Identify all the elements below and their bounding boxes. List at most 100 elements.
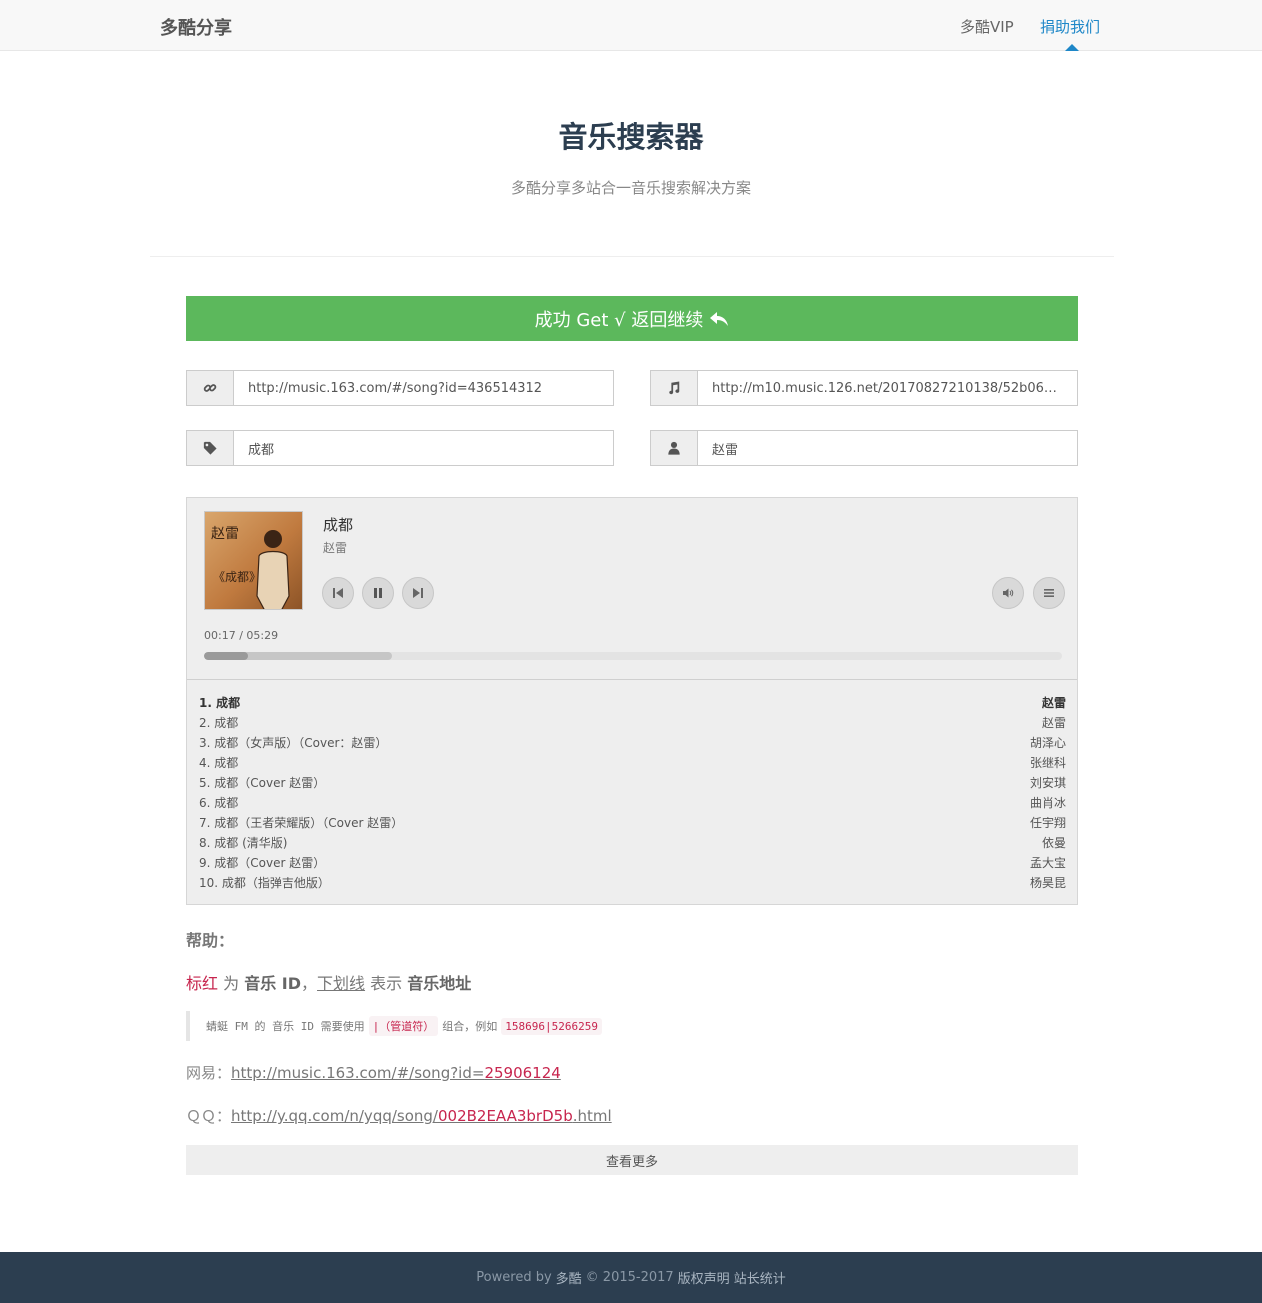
reply-icon bbox=[710, 311, 729, 326]
volume-button[interactable] bbox=[992, 577, 1024, 609]
song-name-group bbox=[186, 430, 614, 466]
tip-mid: 组合，例如 bbox=[442, 1020, 498, 1033]
playlist-item-artist: 赵雷 bbox=[1041, 695, 1066, 710]
song-author-group bbox=[650, 430, 1078, 466]
nav-link-donate[interactable]: 捐助我们 bbox=[1040, 16, 1100, 37]
example-netease: 网易：http://music.163.com/#/song?id=259061… bbox=[186, 1062, 561, 1083]
legend-text-means: 表示 bbox=[365, 974, 408, 993]
playlist-item-artist: 孟大宝 bbox=[1029, 855, 1066, 870]
tip-pipe-code: |（管道符） bbox=[368, 1016, 439, 1036]
navbar: 多酷分享 多酷VIP 捐助我们 bbox=[0, 0, 1262, 51]
footer-license-link[interactable]: 版权声明 bbox=[678, 1268, 730, 1287]
playlist-item[interactable]: 9. 成都（Cover 赵雷） 孟大宝 bbox=[199, 852, 1066, 872]
album-cover: 赵雷 《成都》 bbox=[204, 511, 303, 610]
cover-artist-text: 赵雷 bbox=[211, 526, 239, 542]
playlist-item-title: 9. 成都（Cover 赵雷） bbox=[199, 855, 326, 870]
playlist-item-artist: 张继科 bbox=[1029, 755, 1066, 770]
link-icon bbox=[187, 371, 234, 405]
playlist-item[interactable]: 4. 成都 张继科 bbox=[199, 752, 1066, 772]
playlist-item[interactable]: 6. 成都 曲肖冰 bbox=[199, 792, 1066, 812]
tip-example-code: 158696|5266259 bbox=[501, 1017, 602, 1035]
time-display: 00:17 / 05:29 bbox=[204, 629, 279, 642]
pause-icon bbox=[374, 588, 382, 598]
footer-stats-link[interactable]: 站长统计 bbox=[734, 1268, 786, 1287]
next-button[interactable] bbox=[402, 577, 434, 609]
playlist-item-artist: 杨昊昆 bbox=[1029, 875, 1066, 890]
playlist-item-artist: 任宇翔 bbox=[1029, 815, 1066, 830]
page-subtitle: 多酷分享多站合一音乐搜索解决方案 bbox=[510, 179, 751, 197]
example-qq-link[interactable]: http://y.qq.com/n/yqq/song/002B2EAA3brD5… bbox=[231, 1107, 612, 1125]
cover-figure bbox=[256, 530, 290, 609]
song-author-input[interactable] bbox=[698, 431, 1077, 465]
tip-text: 蜻蜓 FM 的 音乐 ID 需要使用 bbox=[206, 1020, 365, 1033]
playlist-item[interactable]: 5. 成都（Cover 赵雷） 刘安琪 bbox=[199, 772, 1066, 792]
page-title: 音乐搜索器 bbox=[558, 120, 704, 154]
example-netease-link[interactable]: http://music.163.com/#/song?id=25906124 bbox=[231, 1064, 561, 1082]
playlist-item[interactable]: 3. 成都（女声版）（Cover：赵雷） 胡泽心 bbox=[199, 732, 1066, 752]
player-song-title: 成都 bbox=[323, 516, 354, 534]
legend-text-is: 为 bbox=[218, 974, 245, 993]
footer-powered: Powered by bbox=[476, 1270, 552, 1285]
success-button-label: 成功 Get √ 返回继续 bbox=[534, 309, 704, 331]
legend-comma: ， bbox=[301, 974, 318, 993]
song-name-input[interactable] bbox=[234, 431, 613, 465]
help-title: 帮助： bbox=[186, 931, 235, 950]
skip-forward-icon bbox=[413, 588, 423, 598]
example-qq-url-id: 002B2EAA3brD5b bbox=[437, 1107, 573, 1125]
player-song-artist: 赵雷 bbox=[323, 541, 348, 555]
footer-brand-link[interactable]: 多酷 bbox=[556, 1268, 582, 1287]
example-qq-url-prefix: http://y.qq.com/n/yqq/song/ bbox=[231, 1107, 438, 1125]
help-legend: 标红 为 音乐 ID，下划线 表示 音乐地址 bbox=[186, 970, 471, 994]
header-divider bbox=[150, 256, 1114, 257]
playlist-item[interactable]: 7. 成都（王者荣耀版）（Cover 赵雷） 任宇翔 bbox=[199, 812, 1066, 832]
footer: Powered by 多酷 © 2015-2017 版权声明 站长统计 bbox=[0, 1252, 1262, 1303]
music-url-group bbox=[650, 370, 1078, 406]
playlist-item[interactable]: 2. 成都 赵雷 bbox=[199, 712, 1066, 732]
music-player: 赵雷 《成都》 成都 赵雷 00:17 / 05:29 1. 成都 赵雷 2. 成都… bbox=[186, 497, 1078, 905]
view-more-button[interactable]: 查看更多 bbox=[186, 1145, 1078, 1175]
legend-music-url: 音乐地址 bbox=[407, 974, 472, 993]
example-qq-url-suffix: .html bbox=[572, 1107, 612, 1125]
active-nav-indicator bbox=[1065, 44, 1079, 51]
playlist-item-title: 3. 成都（女声版）（Cover：赵雷） bbox=[199, 735, 388, 750]
example-netease-url-id: 25906124 bbox=[484, 1064, 561, 1082]
progress-played bbox=[204, 652, 249, 660]
playlist-item[interactable]: 1. 成都 赵雷 bbox=[199, 692, 1066, 712]
tag-icon bbox=[187, 431, 234, 465]
playlist: 1. 成都 赵雷 2. 成都 赵雷 3. 成都（女声版）（Cover：赵雷） 胡泽心 4. … bbox=[199, 692, 1066, 892]
music-icon bbox=[651, 371, 698, 405]
volume-icon bbox=[1003, 588, 1014, 598]
example-qq: ＱＱ：http://y.qq.com/n/yqq/song/002B2EAA3b… bbox=[186, 1105, 612, 1126]
legend-music-id: 音乐 ID bbox=[244, 974, 302, 993]
legend-red-word: 标红 bbox=[186, 974, 219, 993]
playlist-item-title: 4. 成都 bbox=[199, 755, 239, 770]
playlist-item[interactable]: 8. 成都 (清华版) 依曼 bbox=[199, 832, 1066, 852]
playlist-item[interactable]: 10. 成都（指弹吉他版） 杨昊昆 bbox=[199, 872, 1066, 892]
playlist-item-artist: 赵雷 bbox=[1041, 715, 1066, 730]
qingting-fm-tip: 蜻蜓 FM 的 音乐 ID 需要使用 |（管道符） 组合，例如 158696|5… bbox=[186, 1011, 1078, 1041]
playlist-item-artist: 依曼 bbox=[1041, 835, 1066, 850]
example-netease-url-prefix: http://music.163.com/#/song?id= bbox=[231, 1064, 485, 1082]
user-icon bbox=[651, 431, 698, 465]
playlist-item-title: 5. 成都（Cover 赵雷） bbox=[199, 775, 326, 790]
playlist-item-artist: 刘安琪 bbox=[1029, 775, 1066, 790]
song-link-input[interactable] bbox=[234, 371, 613, 405]
playlist-item-title: 2. 成都 bbox=[199, 715, 239, 730]
prev-button[interactable] bbox=[322, 577, 354, 609]
music-url-input[interactable] bbox=[698, 371, 1077, 405]
pause-button[interactable] bbox=[362, 577, 394, 609]
playlist-item-artist: 曲肖冰 bbox=[1029, 795, 1066, 810]
legend-underline-word: 下划线 bbox=[317, 974, 366, 993]
brand-logo[interactable]: 多酷分享 bbox=[160, 14, 232, 40]
skip-back-icon bbox=[333, 588, 343, 598]
playlist-item-title: 10. 成都（指弹吉他版） bbox=[199, 875, 330, 890]
progress-bar[interactable] bbox=[204, 652, 1062, 660]
playlist-item-title: 8. 成都 (清华版) bbox=[199, 835, 288, 850]
nav-link-vip[interactable]: 多酷VIP bbox=[960, 16, 1014, 37]
song-link-group bbox=[186, 370, 614, 406]
example-netease-label: 网易： bbox=[186, 1064, 232, 1082]
playlist-item-title: 1. 成都 bbox=[199, 695, 241, 710]
playlist-item-title: 6. 成都 bbox=[199, 795, 239, 810]
success-return-button[interactable]: 成功 Get √ 返回继续 bbox=[186, 296, 1078, 341]
playlist-toggle-button[interactable] bbox=[1033, 577, 1065, 609]
